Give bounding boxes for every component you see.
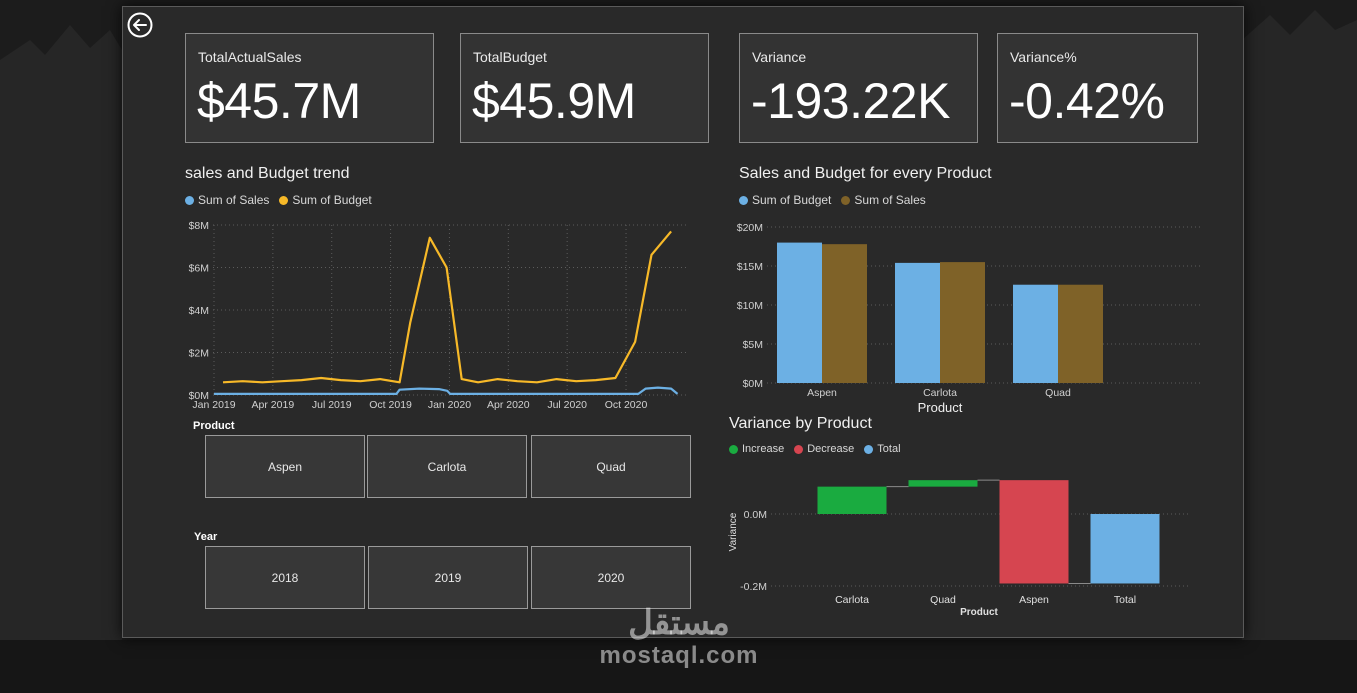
bar-quad-sum-of-sales: [1058, 284, 1103, 383]
x-tick-label: Oct 2019: [369, 399, 412, 411]
x-tick-label: Jul 2019: [312, 399, 352, 411]
kpi-label: TotalBudget: [473, 49, 547, 65]
x-tick-label: Oct 2020: [605, 399, 648, 411]
x-tick-label: Jan 2020: [428, 399, 471, 411]
kpi-value: $45.7M: [197, 73, 361, 129]
legend-label-increase: Increase: [742, 443, 785, 455]
bar-aspen-sum-of-budget: [777, 242, 822, 383]
slicer-option-2018[interactable]: 2018: [205, 546, 365, 609]
kpi-card-total-actual-sales: TotalActualSales $45.7M: [185, 33, 434, 143]
variance-chart-title: Variance by Product: [729, 415, 872, 432]
y-tick-label: $20M: [737, 222, 763, 234]
line-series-sum-of-budget: [222, 230, 672, 384]
kpi-value: -0.42%: [1009, 73, 1165, 129]
slicer-option-aspen[interactable]: Aspen: [205, 435, 365, 498]
y-tick-label: $0M: [743, 378, 763, 390]
legend-marker: [739, 195, 748, 205]
kpi-value: $45.9M: [472, 73, 636, 129]
legend-label-budget: Sum of Budget: [752, 193, 832, 207]
legend-label-decrease: Decrease: [807, 443, 855, 455]
kpi-label: Variance: [752, 49, 807, 65]
x-tick-label: Carlota: [923, 387, 957, 399]
y-tick-label: $10M: [737, 300, 763, 312]
kpi-card-total-budget: TotalBudget $45.9M: [460, 33, 709, 143]
kpi-label: TotalActualSales: [198, 49, 302, 65]
bar-quad-sum-of-budget: [1013, 284, 1058, 383]
legend-marker: [729, 444, 738, 454]
x-tick-label: Quad: [1045, 387, 1071, 399]
legend-label-budget: Sum of Budget: [292, 193, 372, 207]
legend-marker: [794, 444, 804, 454]
kpi-label: Variance%: [1010, 49, 1077, 65]
y-tick-label: $15M: [737, 261, 763, 273]
variance-waterfall-chart: 0.0M -0.2M Variance Carlota Quad Aspen Total Pr…: [728, 479, 1189, 618]
legend-label-sales: Sum of Sales: [198, 193, 270, 207]
report-canvas: TotalActualSales $45.7M TotalBudget $45.…: [122, 6, 1244, 638]
y-tick-label: $2M: [189, 348, 209, 360]
y-tick-label: 0.0M: [744, 509, 767, 521]
trend-line-chart: $0M$2M$4M$6M$8MJan 2019 Apr 2019 Jul 2019 O…: [189, 220, 688, 411]
bar-carlota-sum-of-budget: [895, 262, 940, 383]
x-tick-label: Apr 2020: [487, 399, 530, 411]
bar-aspen-sum-of-sales: [822, 244, 867, 383]
product-chart-legend: Sum of Budget Sum of Sales: [739, 193, 926, 207]
bar-carlota-sum-of-sales: [940, 262, 985, 383]
x-tick-label: Apr 2019: [252, 399, 295, 411]
x-axis-title: Product: [918, 400, 963, 415]
legend-marker: [279, 195, 289, 205]
slicer-option-2019[interactable]: 2019: [368, 546, 528, 609]
trend-chart-title: sales and Budget trend: [185, 165, 350, 182]
kpi-card-variance: Variance -193.22K: [739, 33, 978, 143]
line-series-sum-of-sales: [214, 386, 679, 395]
x-tick-label: Carlota: [835, 594, 869, 606]
y-tick-label: $5M: [743, 339, 763, 351]
y-axis-title: Variance: [728, 512, 739, 551]
y-tick-label: $4M: [189, 305, 209, 317]
slicer-option-carlota[interactable]: Carlota: [367, 435, 527, 498]
mostaql-watermark: مستقل mostaql.com: [596, 604, 762, 670]
y-tick-label: $8M: [189, 220, 209, 232]
y-tick-label: $6M: [189, 263, 209, 275]
watermark-logo: مستقل: [628, 604, 730, 642]
x-tick-label: Aspen: [1019, 594, 1049, 606]
legend-marker: [185, 195, 194, 205]
product-slicer-title: Product: [193, 420, 235, 432]
x-tick-label: Quad: [930, 594, 956, 606]
product-bar-chart: $0M $5M $10M $15M $20M Aspen Carlota Quad Produc…: [737, 222, 1203, 415]
waterfall-bar-quad: [908, 480, 978, 487]
legend-marker: [864, 444, 874, 454]
legend-label-sales: Sum of Sales: [854, 193, 926, 207]
legend-label-total: Total: [877, 443, 901, 455]
waterfall-bar-total: [1090, 514, 1160, 584]
legend-marker: [841, 195, 851, 205]
x-tick-label: Jan 2019: [192, 399, 235, 411]
kpi-card-variance-percent: Variance% -0.42%: [997, 33, 1198, 143]
kpi-value: -193.22K: [751, 73, 950, 129]
variance-chart-legend: Increase Decrease Total: [729, 443, 901, 455]
waterfall-bar-carlota: [817, 486, 887, 514]
slicer-option-quad[interactable]: Quad: [531, 435, 691, 498]
watermark-url: mostaql.com: [599, 642, 759, 669]
trend-chart-legend: Sum of Sales Sum of Budget: [185, 193, 372, 207]
year-slicer-title: Year: [194, 531, 218, 543]
y-tick-label: -0.2M: [740, 581, 767, 593]
x-tick-label: Total: [1114, 594, 1136, 606]
x-axis-title: Product: [960, 607, 998, 618]
x-tick-label: Jul 2020: [547, 399, 587, 411]
product-chart-title: Sales and Budget for every Product: [739, 165, 992, 182]
back-arrow-icon[interactable]: [127, 12, 153, 38]
waterfall-bar-aspen: [999, 480, 1069, 584]
slicer-option-2020[interactable]: 2020: [531, 546, 691, 609]
x-tick-label: Aspen: [807, 387, 837, 399]
